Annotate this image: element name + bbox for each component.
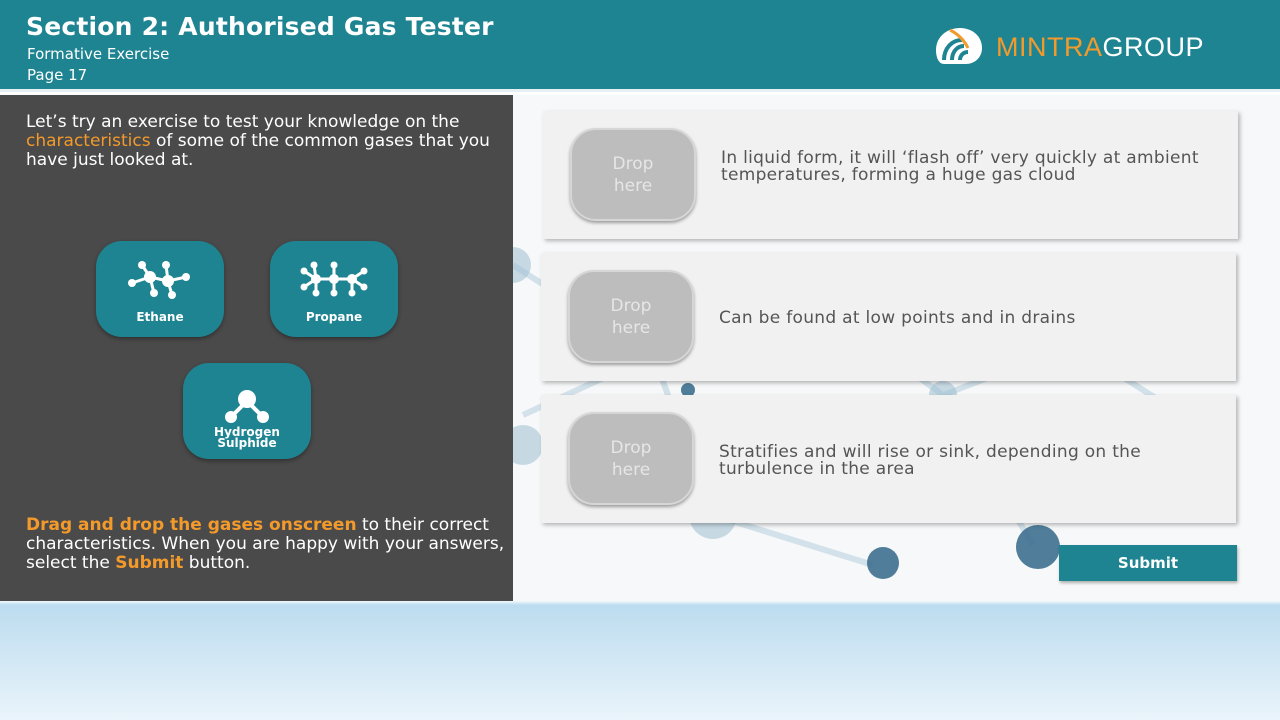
characteristic-card-2: Drop here Can be found at low points and… (541, 253, 1236, 381)
drop-zone-1[interactable]: Drop here (570, 128, 696, 221)
characteristic-text-3: Stratifies and will rise or sink, depend… (719, 442, 1142, 479)
propane-molecule-icon (300, 261, 368, 297)
instructions-text: Drag and drop the gases onscreen to thei… (26, 516, 506, 573)
page-number: Page 17 (27, 66, 88, 84)
characteristic-text-2: Can be found at low points and in drains (719, 308, 1076, 328)
characteristic-card-1: Drop here In liquid form, it will ‘flash… (543, 111, 1238, 239)
intro-text-start: Let’s try an exercise to test your knowl… (26, 112, 460, 132)
instructions-highlight-submit: Submit (115, 553, 184, 573)
right-panel: Drop here In liquid form, it will ‘flash… (513, 95, 1280, 601)
mintra-logo-text: MINTRAGROUP (996, 32, 1204, 63)
gas-label-hydrogen-sulphide: Hydrogen Sulphide (214, 425, 280, 450)
page-title: Section 2: Authorised Gas Tester (26, 12, 494, 41)
left-panel: Let’s try an exercise to test your knowl… (0, 95, 513, 601)
header-bar: Section 2: Authorised Gas Tester Formati… (0, 0, 1280, 92)
instructions-highlight-drag: Drag and drop the gases onscreen (26, 515, 357, 535)
logo-text-mintra: MINTRA (996, 32, 1103, 62)
submit-button[interactable]: Submit (1059, 545, 1237, 581)
gas-tile-propane[interactable]: Propane (270, 241, 398, 337)
logo-text-group: GROUP (1102, 32, 1205, 62)
hydrogen-sulphide-molecule-icon (225, 390, 269, 423)
gas-tile-ethane[interactable]: Ethane (96, 241, 224, 337)
ethane-molecule-icon (128, 261, 190, 299)
intro-highlight: characteristics (26, 131, 151, 151)
intro-text: Let’s try an exercise to test your knowl… (26, 113, 506, 170)
characteristic-card-3: Drop here Stratifies and will rise or si… (541, 395, 1236, 523)
page-subtitle: Formative Exercise (27, 45, 170, 63)
gas-label-propane: Propane (305, 310, 363, 324)
drop-zone-3[interactable]: Drop here (568, 412, 694, 505)
characteristic-text-1: In liquid form, it will ‘flash off’ very… (721, 148, 1199, 185)
instructions-text-part2: button. (183, 553, 251, 573)
drop-zone-2[interactable]: Drop here (568, 270, 694, 363)
mintra-logo: MINTRAGROUP (930, 24, 1250, 68)
mintra-logo-mark-icon (936, 28, 982, 64)
gas-label-ethane: Ethane (136, 310, 184, 324)
gas-tile-hydrogen-sulphide[interactable]: Hydrogen Sulphide (183, 363, 311, 459)
